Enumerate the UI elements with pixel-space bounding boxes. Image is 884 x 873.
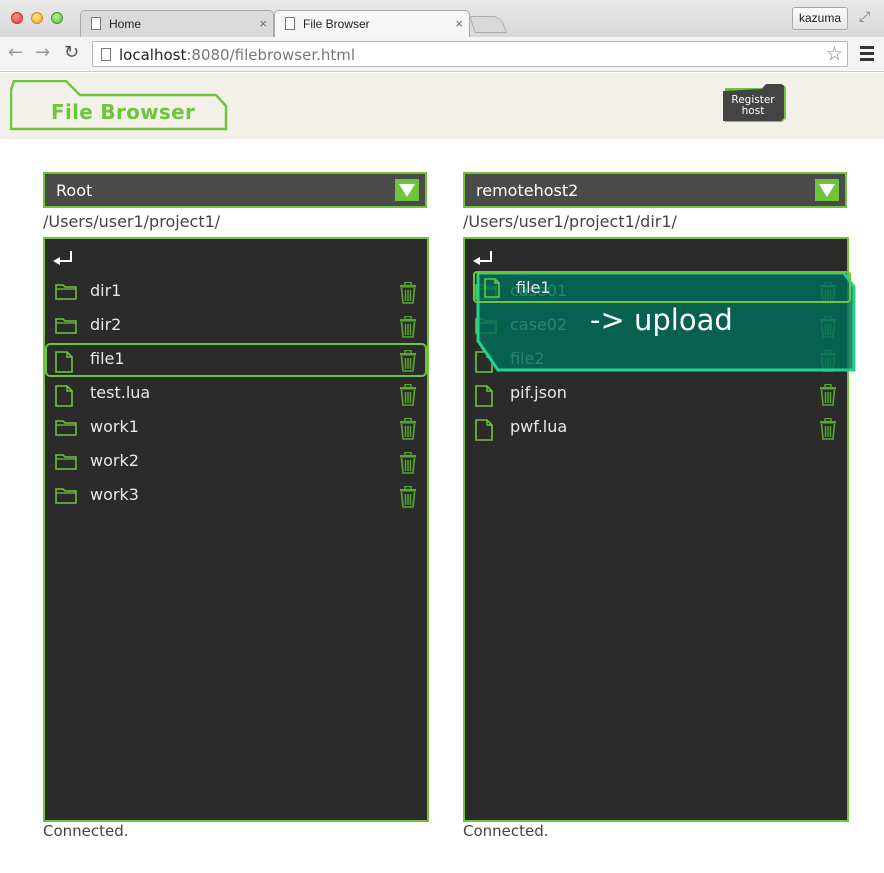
trash-icon[interactable] — [399, 315, 417, 342]
page-title: File Browser — [51, 100, 196, 124]
tab-home[interactable]: Home × — [80, 10, 274, 37]
trash-icon[interactable] — [399, 349, 417, 376]
tab-close-icon[interactable]: × — [455, 11, 463, 37]
file-list-item-name: test.lua — [90, 383, 151, 402]
page-icon — [91, 17, 101, 30]
folder-icon — [55, 487, 77, 508]
dropdown-arrow-icon[interactable] — [815, 179, 839, 201]
upload-hint: -> upload — [590, 303, 733, 337]
back-button[interactable]: ← — [8, 42, 23, 63]
forward-button[interactable]: → — [35, 42, 50, 63]
tab-title: File Browser — [303, 17, 370, 31]
window-minimize-button[interactable] — [31, 12, 43, 24]
file-list-item-name: dir2 — [90, 315, 122, 334]
register-host-label: Register host — [731, 94, 775, 117]
url-text: localhost:8080/filebrowser.html — [119, 46, 356, 64]
file-list-item[interactable]: work3 — [45, 479, 427, 513]
tab-file-browser[interactable]: File Browser × — [274, 10, 470, 37]
file-list-item[interactable]: pif.json — [465, 377, 847, 411]
trash-icon[interactable] — [399, 383, 417, 410]
reload-button[interactable]: ↻ — [64, 42, 79, 63]
page-icon — [285, 17, 295, 30]
bookmark-star-icon[interactable]: ☆ — [826, 43, 843, 65]
trash-icon[interactable] — [399, 485, 417, 512]
tab-close-icon[interactable]: × — [259, 11, 267, 37]
trash-icon[interactable] — [819, 417, 837, 444]
file-list-item[interactable]: file1 — [45, 343, 427, 377]
trash-icon[interactable] — [819, 383, 837, 410]
file-list-item[interactable]: test.lua — [45, 377, 427, 411]
left-status: Connected. — [43, 822, 129, 840]
file-list-item-name: work1 — [90, 417, 139, 436]
file-list-item-name: work3 — [90, 485, 139, 504]
parent-dir-icon[interactable] — [471, 249, 497, 267]
file-icon — [475, 385, 493, 411]
browser-tabstrip: Home × File Browser × kazuma ⤢ — [0, 0, 884, 37]
parent-dir-icon[interactable] — [51, 249, 77, 267]
new-tab-button[interactable] — [468, 16, 508, 33]
trash-icon[interactable] — [399, 417, 417, 444]
host-select-value: Root — [56, 181, 93, 200]
fullscreen-icon[interactable]: ⤢ — [859, 9, 870, 25]
app-header: File Browser Register host — [0, 73, 884, 139]
file-list-item[interactable]: dir2 — [45, 309, 427, 343]
file-list-item[interactable]: dir1 — [45, 275, 427, 309]
menu-icon[interactable] — [860, 46, 874, 64]
file-list-item[interactable]: work1 — [45, 411, 427, 445]
file-icon — [55, 385, 73, 411]
folder-icon — [55, 317, 77, 338]
left-file-list[interactable]: dir1 dir2 file1 test.lua work1 work2 work3 — [43, 237, 429, 822]
dragged-file-name: file1 — [516, 278, 551, 297]
address-bar[interactable]: localhost:8080/filebrowser.html ☆ — [92, 41, 848, 67]
file-list-item[interactable]: pwf.lua — [465, 411, 847, 445]
tab-title: Home — [109, 17, 142, 31]
profile-button[interactable]: kazuma — [792, 7, 848, 30]
folder-icon — [55, 283, 77, 304]
trash-icon[interactable] — [399, 281, 417, 308]
file-icon — [55, 351, 73, 377]
file-icon — [475, 419, 493, 445]
window-close-button[interactable] — [11, 12, 23, 24]
file-list-item-name: pwf.lua — [510, 417, 568, 436]
register-host-button[interactable]: Register host — [722, 84, 786, 123]
left-current-path: /Users/user1/project1/ — [43, 212, 221, 231]
dropdown-arrow-icon[interactable] — [395, 179, 419, 201]
page-icon — [101, 48, 111, 61]
right-current-path: /Users/user1/project1/dir1/ — [463, 212, 677, 231]
left-host-select[interactable]: Root — [43, 172, 427, 208]
right-host-select[interactable]: remotehost2 — [463, 172, 847, 208]
trash-icon[interactable] — [399, 451, 417, 478]
right-status: Connected. — [463, 822, 549, 840]
folder-icon — [55, 453, 77, 474]
window-maximize-button[interactable] — [51, 12, 63, 24]
file-list-item-name: dir1 — [90, 281, 122, 300]
host-select-value: remotehost2 — [476, 181, 579, 200]
file-list-item[interactable]: work2 — [45, 445, 427, 479]
browser-toolbar: ← → ↻ localhost:8080/filebrowser.html ☆ — [0, 37, 884, 72]
file-list-item-name: file1 — [90, 349, 125, 368]
file-icon — [484, 278, 500, 302]
file-list-item-name: work2 — [90, 451, 139, 470]
file-list-item-name: pif.json — [510, 383, 567, 402]
folder-icon — [55, 419, 77, 440]
dragged-file-item[interactable]: file1 — [473, 271, 851, 303]
